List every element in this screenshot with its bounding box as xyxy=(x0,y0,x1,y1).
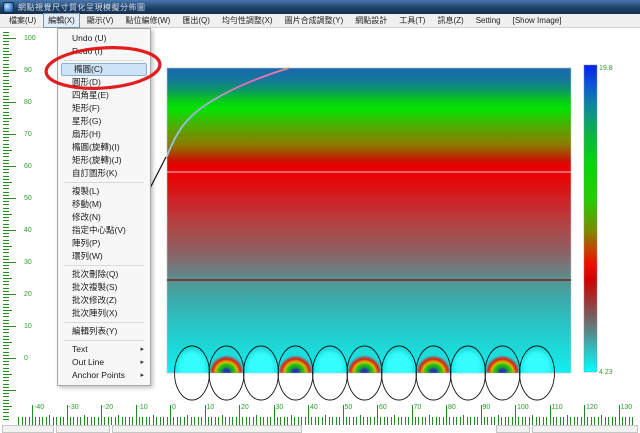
edit-menu-item[interactable]: 矩形(旋轉)(J) xyxy=(60,154,148,167)
submenu-arrow-icon: ▸ xyxy=(140,369,144,382)
menu-item-label: 矩形(F) xyxy=(72,102,100,115)
menu-separator xyxy=(64,265,144,266)
cyan-dot-glow xyxy=(316,351,344,381)
menu-item-label: 扇形(H) xyxy=(72,128,101,141)
menu-item-label: Out Line xyxy=(72,356,104,369)
edit-menu-item[interactable]: 移動(M) xyxy=(60,198,148,211)
edit-menu-item[interactable]: 批次刪除(Q) xyxy=(60,268,148,281)
menubar-item-6[interactable]: 圖片合成調整(Y) xyxy=(280,13,349,28)
menu-item-label: 圓形(D) xyxy=(72,76,101,89)
menu-item-label: Redo (I) xyxy=(72,45,103,58)
edit-menu-item[interactable]: 四角星(E) xyxy=(60,89,148,102)
edit-menu-item[interactable]: 指定中心點(V) xyxy=(60,224,148,237)
submenu-arrow-icon: ▸ xyxy=(140,356,144,369)
menubar-item-5[interactable]: 均勻性調整(X) xyxy=(217,13,278,28)
menu-item-label: 橢圓(C) xyxy=(74,64,103,75)
colorbar xyxy=(584,65,597,372)
edit-menu-item[interactable]: 編輯列表(Y) xyxy=(60,325,148,338)
menu-separator xyxy=(64,322,144,323)
edit-menu-item[interactable]: 自訂圖形(K) xyxy=(60,167,148,180)
menubar-item-4[interactable]: 匯出(Q) xyxy=(177,13,215,28)
edit-menu-item[interactable]: 陣列(P) xyxy=(60,237,148,250)
edit-menu-item[interactable]: 橢圓(C) xyxy=(61,63,147,76)
menu-item-label: 自訂圖形(K) xyxy=(72,167,117,180)
status-cell xyxy=(56,425,110,433)
edit-menu-item[interactable]: 圓形(D) xyxy=(60,76,148,89)
status-cell xyxy=(112,425,302,433)
colorbar-max-label: 19.8 xyxy=(599,65,613,72)
menu-item-label: 修改(N) xyxy=(72,211,101,224)
menubar-item-2[interactable]: 顯示(V) xyxy=(82,13,119,28)
edit-menu-item[interactable]: 複製(L) xyxy=(60,185,148,198)
menu-item-label: Undo (U) xyxy=(72,32,106,45)
menubar-item-0[interactable]: 檔案(U) xyxy=(4,13,41,28)
menu-item-label: Text xyxy=(72,343,88,356)
edit-menu-item[interactable]: 批次陣列(X) xyxy=(60,307,148,320)
edit-menu-item[interactable]: 批次複製(S) xyxy=(60,281,148,294)
colorbar-min-label: 4.23 xyxy=(599,369,613,376)
menubar: 檔案(U)編輯(X)顯示(V)點位編修(W)匯出(Q)均勻性調整(X)圖片合成調… xyxy=(0,14,640,28)
window-titlebar[interactable]: 網點視覺尺寸質化呈現模擬分佈圖 xyxy=(0,0,640,14)
menu-item-label: 批次複製(S) xyxy=(72,281,117,294)
status-bar xyxy=(0,425,640,430)
menu-item-label: 指定中心點(V) xyxy=(72,224,126,237)
edit-menu-item[interactable]: 橢圓(旋轉)(I) xyxy=(60,141,148,154)
edit-menu-item[interactable]: Redo (I) xyxy=(60,45,148,58)
edit-menu-item[interactable]: Text ▸ xyxy=(60,343,148,356)
submenu-arrow-icon: ▸ xyxy=(140,343,144,356)
menu-item-label: 環列(W) xyxy=(72,250,103,263)
menu-item-label: 批次陣列(X) xyxy=(72,307,117,320)
edit-menu-item[interactable]: 矩形(F) xyxy=(60,102,148,115)
heatmap-image[interactable] xyxy=(167,68,571,373)
cyan-dot-glow xyxy=(247,351,275,381)
status-cell xyxy=(532,425,638,433)
edit-menu-item[interactable]: 環列(W) xyxy=(60,250,148,263)
menubar-item-10[interactable]: Setting xyxy=(471,14,506,27)
window-title: 網點視覺尺寸質化呈現模擬分佈圖 xyxy=(18,2,146,13)
menu-item-label: 陣列(P) xyxy=(72,237,100,250)
menubar-item-8[interactable]: 工具(T) xyxy=(394,13,430,28)
menubar-item-7[interactable]: 網點設計 xyxy=(350,13,392,28)
menu-item-label: 星形(G) xyxy=(72,115,101,128)
menu-item-label: 矩形(旋轉)(J) xyxy=(72,154,122,167)
menu-item-label: 四角星(E) xyxy=(72,89,109,102)
menu-item-label: 橢圓(旋轉)(I) xyxy=(72,141,120,154)
edit-menu-dropdown: Undo (U)Redo (I) 橢圓(C)圓形(D)四角星(E)矩形(F)星形(… xyxy=(57,28,151,386)
app-icon xyxy=(3,2,14,13)
menubar-item-3[interactable]: 點位編修(W) xyxy=(120,13,175,28)
menu-item-label: 批次刪除(Q) xyxy=(72,268,118,281)
status-cell xyxy=(496,425,530,433)
edit-menu-item[interactable]: 扇形(H) xyxy=(60,128,148,141)
workspace: 19.8 4.23 1009080706050403020100 -40-30-… xyxy=(0,28,640,430)
menu-item-label: 複製(L) xyxy=(72,185,99,198)
menu-separator xyxy=(64,340,144,341)
menu-separator xyxy=(64,60,144,61)
menu-item-label: Anchor Points xyxy=(72,369,125,382)
menubar-item-11[interactable]: [Show Image] xyxy=(508,14,567,27)
menubar-item-1[interactable]: 編輯(X) xyxy=(43,13,80,28)
edit-menu-item[interactable]: Anchor Points ▸ xyxy=(60,369,148,382)
edit-menu-item[interactable]: Out Line ▸ xyxy=(60,356,148,369)
cyan-dot-glow xyxy=(523,351,551,381)
edit-menu-item[interactable]: 修改(N) xyxy=(60,211,148,224)
cyan-dot-glow xyxy=(454,351,482,381)
menu-item-label: 移動(M) xyxy=(72,198,102,211)
cyan-dot-glow xyxy=(385,351,413,381)
cyan-dot-glow xyxy=(178,351,206,381)
menu-item-label: 批次修改(Z) xyxy=(72,294,117,307)
status-cell xyxy=(2,425,54,433)
menu-separator xyxy=(64,182,144,183)
edit-menu-item[interactable]: Undo (U) xyxy=(60,32,148,45)
menubar-item-9[interactable]: 訊息(Z) xyxy=(432,13,468,28)
edit-menu-item[interactable]: 批次修改(Z) xyxy=(60,294,148,307)
edit-menu-item[interactable]: 星形(G) xyxy=(60,115,148,128)
menu-item-label: 編輯列表(Y) xyxy=(72,325,117,338)
